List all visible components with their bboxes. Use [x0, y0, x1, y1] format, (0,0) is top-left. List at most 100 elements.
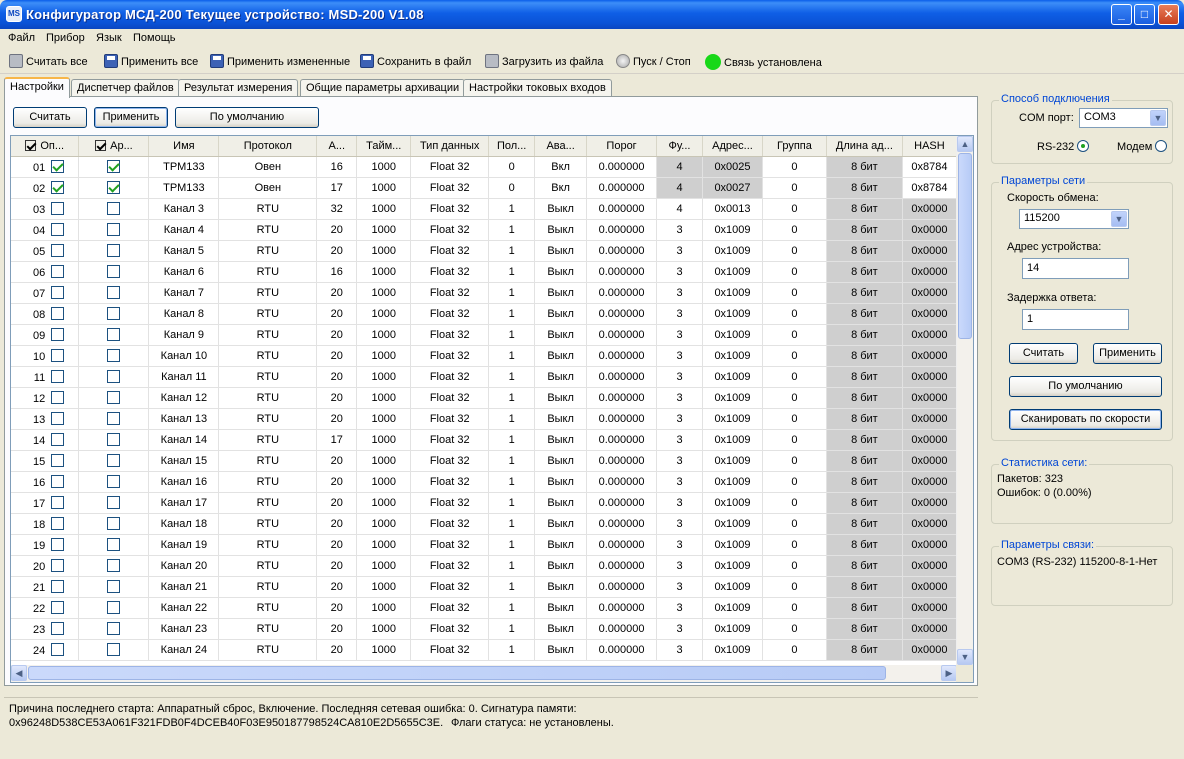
- cell-address[interactable]: 0x1009: [702, 345, 763, 367]
- cell-pol[interactable]: 1: [488, 387, 536, 409]
- cell-threshold[interactable]: 0.000000: [586, 261, 658, 283]
- cell-name[interactable]: Канал 3: [148, 198, 220, 220]
- cell-func[interactable]: 3: [656, 450, 703, 472]
- cell-addr-length[interactable]: 8 бит: [826, 219, 903, 241]
- cell-addr-length[interactable]: 8 бит: [826, 429, 903, 451]
- op-checkbox[interactable]: [51, 600, 65, 614]
- start-stop-button[interactable]: Пуск / Стоп: [616, 54, 691, 70]
- cell-addr-length[interactable]: 8 бит: [826, 555, 903, 577]
- cell-a[interactable]: 20: [316, 576, 358, 598]
- cell-a[interactable]: 20: [316, 534, 358, 556]
- cell-protocol[interactable]: RTU: [218, 240, 318, 262]
- table-row[interactable]: 20 Канал 20 RTU 20 1000 Float 32 1 Выкл 0.000000…: [11, 555, 957, 577]
- cell-pol[interactable]: 1: [488, 450, 536, 472]
- cell-func[interactable]: 3: [656, 618, 703, 640]
- cell-a[interactable]: 20: [316, 471, 358, 493]
- cell-func[interactable]: 3: [656, 429, 703, 451]
- cell-func[interactable]: 3: [656, 471, 703, 493]
- cell-protocol[interactable]: RTU: [218, 576, 318, 598]
- cell-group[interactable]: 0: [762, 345, 827, 367]
- cell-datatype[interactable]: Float 32: [410, 450, 490, 472]
- cell-address[interactable]: 0x0013: [702, 198, 763, 220]
- cell-datatype[interactable]: Float 32: [410, 261, 490, 283]
- cell-alarm[interactable]: Выкл: [534, 492, 588, 514]
- cell-group[interactable]: 0: [762, 492, 827, 514]
- cell-address[interactable]: 0x1009: [702, 492, 763, 514]
- cell-name[interactable]: Канал 15: [148, 450, 220, 472]
- cell-protocol[interactable]: RTU: [218, 324, 318, 346]
- maximize-button[interactable]: □: [1134, 4, 1155, 25]
- cell-threshold[interactable]: 0.000000: [586, 303, 658, 325]
- cell-func[interactable]: 3: [656, 303, 703, 325]
- table-row[interactable]: 14 Канал 14 RTU 17 1000 Float 32 1 Выкл 0.000000…: [11, 429, 957, 451]
- op-checkbox[interactable]: [51, 495, 65, 509]
- table-row[interactable]: 16 Канал 16 RTU 20 1000 Float 32 1 Выкл 0.000000…: [11, 471, 957, 493]
- cell-func[interactable]: 3: [656, 408, 703, 430]
- cell-addr-length[interactable]: 8 бит: [826, 534, 903, 556]
- op-checkbox[interactable]: [51, 537, 65, 551]
- modem-option[interactable]: Модем: [1117, 140, 1168, 153]
- table-row[interactable]: 19 Канал 19 RTU 20 1000 Float 32 1 Выкл 0.000000…: [11, 534, 957, 556]
- header-check-ar[interactable]: [95, 139, 107, 151]
- horizontal-scrollbar[interactable]: ◀ ▶: [11, 665, 957, 682]
- ar-checkbox[interactable]: [107, 222, 121, 236]
- cell-alarm[interactable]: Выкл: [534, 408, 588, 430]
- cell-datatype[interactable]: Float 32: [410, 156, 490, 178]
- cell-datatype[interactable]: Float 32: [410, 639, 490, 661]
- cell-hash[interactable]: 0x0000: [902, 345, 957, 367]
- cell-alarm[interactable]: Выкл: [534, 576, 588, 598]
- cell-threshold[interactable]: 0.000000: [586, 450, 658, 472]
- column-header-timeout[interactable]: Тайм...: [356, 136, 412, 157]
- op-checkbox[interactable]: [51, 285, 65, 299]
- cell-threshold[interactable]: 0.000000: [586, 324, 658, 346]
- cell-addr-length[interactable]: 8 бит: [826, 576, 903, 598]
- cell-pol[interactable]: 1: [488, 240, 536, 262]
- cell-alarm[interactable]: Выкл: [534, 450, 588, 472]
- cell-datatype[interactable]: Float 32: [410, 324, 490, 346]
- op-checkbox[interactable]: [51, 411, 65, 425]
- table-row[interactable]: 21 Канал 21 RTU 20 1000 Float 32 1 Выкл 0.000000…: [11, 576, 957, 598]
- cell-timeout[interactable]: 1000: [356, 555, 412, 577]
- op-checkbox[interactable]: [51, 243, 65, 257]
- network-default-button[interactable]: По умолчанию: [1009, 376, 1162, 397]
- column-header-ar[interactable]: Ар...: [78, 136, 150, 157]
- cell-threshold[interactable]: 0.000000: [586, 639, 658, 661]
- cell-func[interactable]: 4: [656, 156, 703, 178]
- tab-file-manager[interactable]: Диспетчер файлов: [71, 79, 180, 97]
- cell-hash[interactable]: 0x0000: [902, 261, 957, 283]
- speed-select[interactable]: 115200 ▼: [1019, 209, 1129, 229]
- cell-alarm[interactable]: Выкл: [534, 219, 588, 241]
- op-checkbox[interactable]: [51, 474, 65, 488]
- chevron-down-icon[interactable]: ▼: [1150, 110, 1166, 126]
- cell-pol[interactable]: 1: [488, 366, 536, 388]
- cell-threshold[interactable]: 0.000000: [586, 282, 658, 304]
- column-header-a[interactable]: А...: [316, 136, 358, 157]
- cell-name[interactable]: ТРМ133: [148, 156, 220, 178]
- cell-protocol[interactable]: RTU: [218, 618, 318, 640]
- op-checkbox[interactable]: [51, 348, 65, 362]
- table-row[interactable]: 08 Канал 8 RTU 20 1000 Float 32 1 Выкл 0.000000 3…: [11, 303, 957, 325]
- op-checkbox[interactable]: [51, 558, 65, 572]
- cell-group[interactable]: 0: [762, 240, 827, 262]
- cell-timeout[interactable]: 1000: [356, 282, 412, 304]
- cell-name[interactable]: Канал 21: [148, 576, 220, 598]
- cell-func[interactable]: 3: [656, 219, 703, 241]
- ar-checkbox[interactable]: [107, 264, 121, 278]
- cell-datatype[interactable]: Float 32: [410, 576, 490, 598]
- cell-name[interactable]: Канал 23: [148, 618, 220, 640]
- cell-protocol[interactable]: RTU: [218, 534, 318, 556]
- cell-pol[interactable]: 1: [488, 555, 536, 577]
- tab-current-inputs[interactable]: Настройки токовых входов: [463, 79, 612, 97]
- ar-checkbox[interactable]: [107, 537, 121, 551]
- menu-file[interactable]: Файл: [8, 32, 35, 44]
- cell-hash[interactable]: 0x0000: [902, 555, 957, 577]
- cell-alarm[interactable]: Выкл: [534, 366, 588, 388]
- cell-group[interactable]: 0: [762, 429, 827, 451]
- cell-group[interactable]: 0: [762, 177, 827, 199]
- table-row[interactable]: 17 Канал 17 RTU 20 1000 Float 32 1 Выкл 0.000000…: [11, 492, 957, 514]
- cell-hash[interactable]: 0x0000: [902, 429, 957, 451]
- vertical-scrollbar[interactable]: ▲ ▼: [956, 136, 973, 665]
- cell-func[interactable]: 3: [656, 534, 703, 556]
- cell-protocol[interactable]: RTU: [218, 471, 318, 493]
- cell-datatype[interactable]: Float 32: [410, 366, 490, 388]
